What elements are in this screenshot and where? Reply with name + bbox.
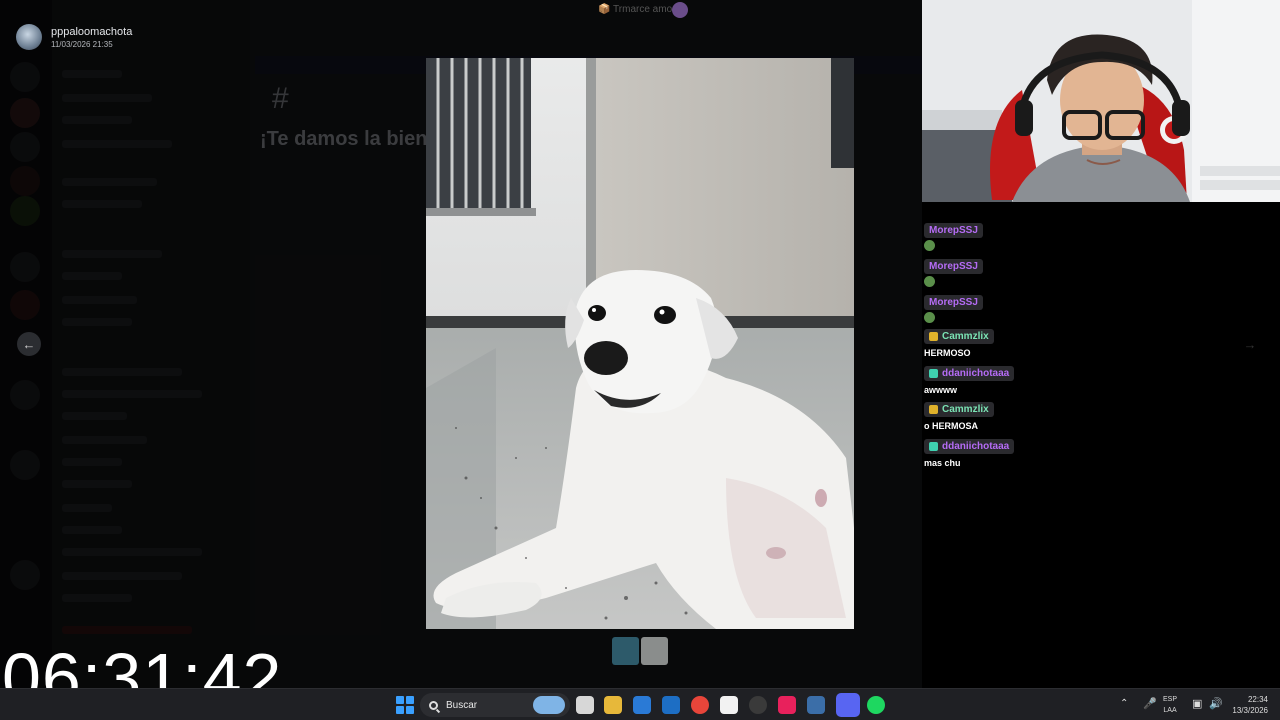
author-avatar[interactable] (16, 24, 42, 50)
chat-username: Cammzlix (942, 404, 989, 415)
chat-text: awwww (924, 385, 958, 395)
dog-photo (426, 58, 854, 629)
emote-icon (924, 276, 935, 287)
chat-username-chip[interactable]: MorepSSJ (924, 259, 983, 274)
chat-username: ddaniichotaaa (942, 368, 1010, 379)
emote-icon (924, 312, 935, 323)
chevron-up-icon[interactable]: ⌃ (1120, 698, 1128, 709)
chat-username-chip[interactable]: Cammzlix (924, 329, 994, 344)
chat-username: MorepSSJ (929, 261, 978, 272)
microphone-icon[interactable]: 🎤 (1143, 697, 1157, 710)
emote-icon (924, 240, 935, 251)
spotify-icon[interactable] (867, 696, 885, 714)
thumbnail[interactable] (612, 637, 639, 665)
file-explorer-icon[interactable] (604, 696, 622, 714)
chat-message: MorepSSJ (924, 220, 983, 251)
chat-text: o HERMOSA (924, 421, 978, 431)
task-view-icon[interactable] (576, 696, 594, 714)
chat-text: HERMOSO (924, 348, 971, 358)
author-date: 11/03/2026 21:35 (51, 40, 113, 49)
chat-message: Cammzlix o HERMOSA (924, 401, 994, 431)
steam-icon[interactable] (807, 696, 825, 714)
network-icon[interactable]: ▣ (1192, 697, 1202, 710)
chat-username: Cammzlix (942, 331, 989, 342)
volume-icon[interactable]: 🔊 (1209, 697, 1223, 710)
chat-username: ddaniichotaaa (942, 441, 1010, 452)
viewer-image[interactable] (426, 58, 854, 629)
chat-username-chip[interactable]: MorepSSJ (924, 223, 983, 238)
obs-icon[interactable] (749, 696, 767, 714)
author-name[interactable]: pppaloomachota (51, 26, 132, 38)
previous-arrow-icon[interactable]: ← (17, 332, 41, 356)
capcut-icon[interactable] (720, 696, 738, 714)
chat-message: ddaniichotaaa mas chu (924, 438, 1015, 468)
system-clock[interactable]: 22:34 13/3/2026 (1226, 694, 1268, 716)
chrome-icon[interactable] (691, 696, 709, 714)
language-code: ESP (1163, 696, 1178, 703)
top-center-label: 📦 Trmarce amo (598, 4, 673, 15)
discord-icon[interactable] (836, 693, 860, 717)
taskbar: Buscar ⌃ 🎤 ESP LAA ▣ 🔊 22:34 13/3/2026 (0, 688, 1280, 720)
search-placeholder: Buscar (446, 699, 478, 711)
copilot-icon[interactable] (533, 696, 565, 714)
clock-time: 22:34 (1247, 695, 1268, 704)
thumbnail-strip (612, 637, 668, 665)
chat-username: MorepSSJ (929, 225, 978, 236)
windows-start-icon[interactable] (396, 696, 414, 714)
webcam-image (922, 0, 1280, 202)
crown-badge-icon (929, 332, 938, 341)
chat-text: mas chu (924, 458, 961, 468)
chat-username-chip[interactable]: ddaniichotaaa (924, 439, 1015, 454)
crown-badge-icon (929, 405, 938, 414)
emote-icon (672, 2, 688, 18)
chat-message: ddaniichotaaa awwww (924, 365, 1015, 395)
grid-badge-icon (929, 369, 938, 378)
chat-message: Cammzlix HERMOSO (924, 328, 994, 358)
search-icon (429, 700, 438, 710)
chat-username-chip[interactable]: ddaniichotaaa (924, 366, 1015, 381)
tiktok-icon[interactable] (778, 696, 796, 714)
chat-username: MorepSSJ (929, 297, 978, 308)
thumbnail[interactable] (641, 637, 668, 665)
chat-message: MorepSSJ (924, 256, 983, 287)
chat-message: MorepSSJ (924, 292, 983, 323)
grid-badge-icon (929, 442, 938, 451)
language-indicator[interactable]: ESP LAA (1163, 694, 1177, 716)
outlook-icon[interactable] (662, 696, 680, 714)
next-arrow-icon[interactable]: → (1238, 332, 1262, 356)
chat-username-chip[interactable]: Cammzlix (924, 402, 994, 417)
welcome-title: ¡Te damos la bien (260, 128, 428, 150)
chat-username-chip[interactable]: MorepSSJ (924, 295, 983, 310)
webcam-feed (922, 0, 1280, 202)
keyboard-layout: LAA (1163, 707, 1177, 714)
clock-date: 13/3/2026 (1232, 706, 1268, 715)
channel-hash-icon: # (272, 82, 289, 115)
store-icon[interactable] (633, 696, 651, 714)
